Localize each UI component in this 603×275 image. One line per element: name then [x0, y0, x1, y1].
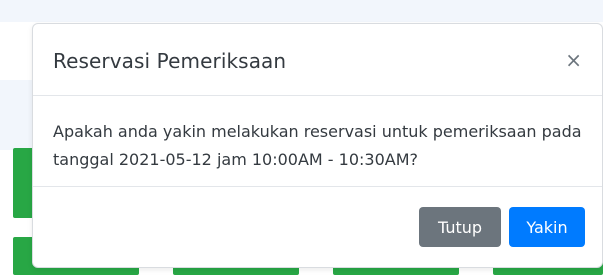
- close-button[interactable]: Tutup: [419, 207, 501, 247]
- confirmation-message: Apakah anda yakin melakukan reservasi un…: [53, 122, 582, 169]
- background-band-top: [0, 0, 603, 22]
- close-icon[interactable]: ×: [565, 50, 582, 70]
- modal-body: Apakah anda yakin melakukan reservasi un…: [33, 97, 602, 187]
- reservation-confirm-modal: Reservasi Pemeriksaan × Apakah anda yaki…: [32, 23, 603, 268]
- confirm-button[interactable]: Yakin: [509, 207, 585, 247]
- modal-footer: Tutup Yakin: [33, 188, 602, 267]
- modal-title: Reservasi Pemeriksaan: [53, 49, 287, 73]
- modal-header: Reservasi Pemeriksaan ×: [33, 24, 602, 96]
